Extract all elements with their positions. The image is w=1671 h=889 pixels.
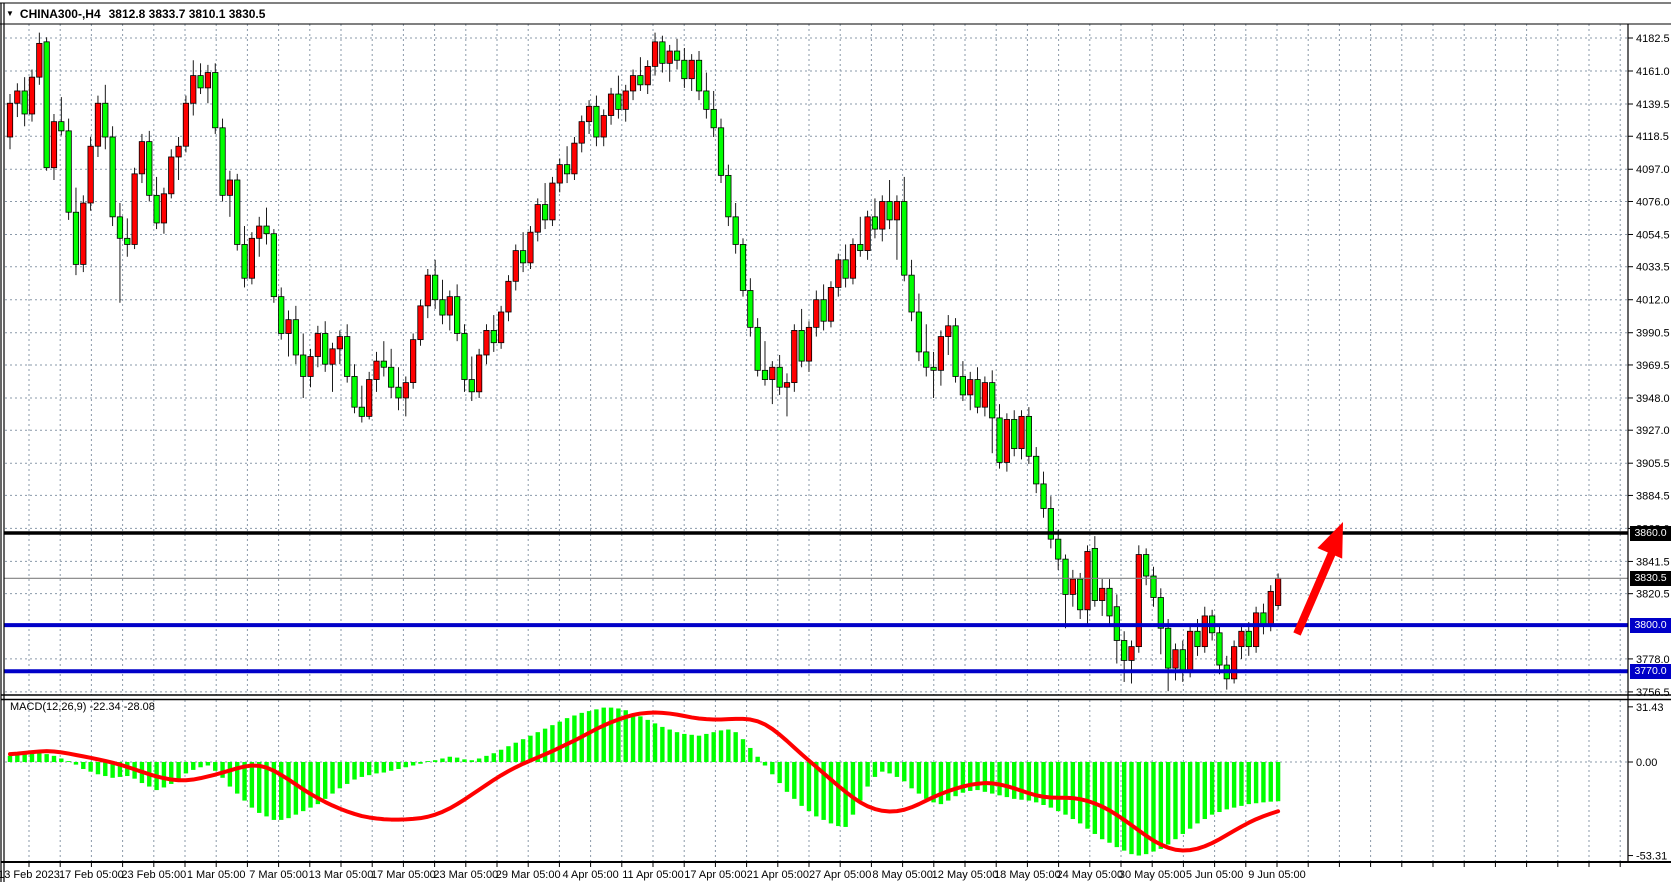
chart-titlebar: ▼ CHINA300-,H4 3812.8 3833.7 3810.1 3830… — [0, 4, 1671, 24]
svg-text:11 Apr 05:00: 11 Apr 05:00 — [622, 869, 684, 881]
svg-text:24 May 05:00: 24 May 05:00 — [1056, 869, 1123, 881]
svg-text:5 Jun 05:00: 5 Jun 05:00 — [1186, 869, 1244, 881]
svg-text:27 Apr 05:00: 27 Apr 05:00 — [809, 869, 871, 881]
symbol-timeframe: CHINA300-,H4 — [20, 7, 101, 21]
candlestick-series — [7, 33, 1280, 692]
price-axis: 4182.5 4161.0 4139.5 4118.5 4097.0 4076.0 4054… — [1628, 33, 1670, 699]
svg-text:4054.5: 4054.5 — [1636, 229, 1670, 241]
svg-text:4076.0: 4076.0 — [1636, 196, 1670, 208]
price-badge-current: 3830.5 — [1630, 571, 1671, 586]
svg-text:29 Mar 05:00: 29 Mar 05:00 — [496, 869, 561, 881]
svg-text:13 Mar 05:00: 13 Mar 05:00 — [309, 869, 374, 881]
svg-text:21 Apr 05:00: 21 Apr 05:00 — [747, 869, 809, 881]
chart-frame — [0, 3, 1671, 882]
svg-text:4139.5: 4139.5 — [1636, 99, 1670, 111]
ohlc-quote: 3812.8 3833.7 3810.1 3830.5 — [109, 7, 266, 21]
svg-text:3884.5: 3884.5 — [1636, 490, 1670, 502]
svg-text:8 May 05:00: 8 May 05:00 — [872, 869, 933, 881]
grid — [5, 24, 1628, 862]
svg-text:4 Apr 05:00: 4 Apr 05:00 — [562, 869, 618, 881]
svg-text:3756.5: 3756.5 — [1636, 687, 1670, 699]
svg-text:31.43: 31.43 — [1636, 702, 1664, 714]
svg-text:3820.5: 3820.5 — [1636, 589, 1670, 601]
svg-text:4182.5: 4182.5 — [1636, 33, 1670, 45]
macd-histogram — [8, 708, 1280, 856]
svg-text:17 Mar 05:00: 17 Mar 05:00 — [371, 869, 436, 881]
svg-text:1 Mar 05:00: 1 Mar 05:00 — [187, 869, 246, 881]
svg-text:4097.0: 4097.0 — [1636, 164, 1670, 176]
svg-text:9 Jun 05:00: 9 Jun 05:00 — [1248, 869, 1306, 881]
level-badge-support2: 3770.0 — [1630, 664, 1671, 679]
svg-text:18 May 05:00: 18 May 05:00 — [994, 869, 1061, 881]
dropdown-icon[interactable]: ▼ — [6, 10, 14, 18]
indicator-label: MACD(12,26,9) -22.34 -28.08 — [10, 701, 155, 713]
svg-text:3969.5: 3969.5 — [1636, 360, 1670, 372]
level-badge-resistance: 3860.0 — [1630, 526, 1671, 541]
svg-text:17 Apr 05:00: 17 Apr 05:00 — [684, 869, 746, 881]
macd-axis: 31.43 0.00 -53.31 — [1628, 702, 1667, 863]
svg-text:4118.5: 4118.5 — [1636, 131, 1669, 143]
svg-text:3927.0: 3927.0 — [1636, 425, 1670, 437]
level-badge-support1: 3800.0 — [1630, 618, 1671, 633]
svg-text:3841.5: 3841.5 — [1636, 556, 1670, 568]
svg-text:13 Feb 2023: 13 Feb 2023 — [0, 869, 60, 881]
svg-text:3990.5: 3990.5 — [1636, 328, 1670, 340]
time-axis: 13 Feb 202317 Feb 05:0023 Feb 05:001 Mar… — [0, 862, 1620, 881]
svg-text:3905.5: 3905.5 — [1636, 458, 1670, 470]
svg-text:3948.0: 3948.0 — [1636, 393, 1670, 405]
svg-text:23 Feb 05:00: 23 Feb 05:00 — [121, 869, 186, 881]
svg-text:4012.0: 4012.0 — [1636, 295, 1670, 307]
svg-text:23 Mar 05:00: 23 Mar 05:00 — [433, 869, 498, 881]
svg-text:17 Feb 05:00: 17 Feb 05:00 — [59, 869, 124, 881]
svg-text:0.00: 0.00 — [1636, 757, 1657, 769]
svg-text:12 May 05:00: 12 May 05:00 — [932, 869, 999, 881]
svg-text:30 May 05:00: 30 May 05:00 — [1119, 869, 1186, 881]
svg-text:7 Mar 05:00: 7 Mar 05:00 — [249, 869, 308, 881]
svg-text:4033.5: 4033.5 — [1636, 262, 1670, 274]
svg-text:-53.31: -53.31 — [1636, 851, 1667, 863]
chart-canvas[interactable]: 4182.5 4161.0 4139.5 4118.5 4097.0 4076.0 4054… — [0, 0, 1671, 889]
svg-text:4161.0: 4161.0 — [1636, 66, 1670, 78]
